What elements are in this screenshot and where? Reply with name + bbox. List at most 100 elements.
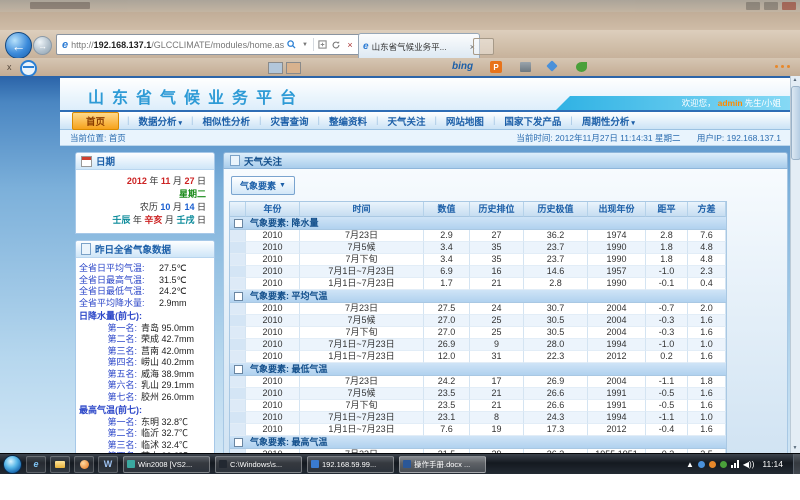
table-cell: 1月1日~7月23日 (300, 351, 424, 363)
url-field[interactable]: e http://192.168.137.1/GLCCLIMATE/module… (56, 34, 360, 55)
compatibility-view-icon[interactable] (315, 37, 329, 52)
clover-icon[interactable] (576, 62, 587, 72)
rank-value: 临沂 32.7℃ (141, 428, 188, 440)
ie-favicon: e (62, 39, 68, 51)
table-cell: 1990 (588, 242, 646, 254)
network-icon[interactable] (731, 460, 739, 468)
nav-item-3[interactable]: 灾害查询 (261, 113, 317, 129)
element-filter-button[interactable]: 气象要素▼ (231, 176, 295, 195)
tray-app-icon[interactable] (709, 461, 716, 468)
toolbar-stamp-icon[interactable] (268, 62, 283, 74)
table-group-row[interactable]: 气象要素: 最高气温 (230, 436, 726, 449)
forward-button[interactable]: → (33, 36, 52, 55)
taskbar-window-button[interactable]: 操作手册.docx ... (399, 456, 486, 473)
group-checkbox[interactable] (234, 365, 243, 374)
table-header-cell (230, 202, 246, 217)
row-lead-cell (230, 266, 246, 278)
session-info: 当前时间: 2012年11月27日 11:14:31 星期二 用户IP: 192… (502, 132, 781, 144)
taskbar-window-button[interactable]: Win2008 [VS2... (123, 456, 210, 473)
group-checkbox[interactable] (234, 438, 243, 447)
row-lead-cell (230, 339, 246, 351)
taskbar-clock[interactable]: 11:14 (762, 459, 783, 469)
url-text: http://192.168.137.1/GLCCLIMATE/modules/… (71, 40, 284, 50)
background-window-title (30, 2, 90, 9)
weather-value: 24.2℃ (159, 286, 187, 298)
nav-item-0[interactable]: 首页 (72, 112, 119, 130)
table-group-expander (230, 436, 246, 449)
close-toolbar-icon[interactable]: x (7, 62, 12, 72)
nav-bar: 首页|数据分析▾|相似性分析|灾害查询|整编资料|天气关注|网站地图|国家下发产… (60, 110, 791, 130)
tray-app-icon[interactable] (720, 461, 727, 468)
rank-label: 第一名: (79, 417, 137, 429)
weather-data-panel: 昨日全省气象数据 全省日平均气温:27.5℃全省日最高气温:31.5℃全省日最低… (75, 240, 215, 453)
weather-table: 年份时间数值历史排位历史极值出现年份距平方差气象要素: 降水量20107月23日… (229, 201, 727, 453)
calendar-weekday: 星期二 (80, 188, 206, 201)
table-cell: 8 (470, 412, 524, 424)
table-cell: 2010 (246, 376, 300, 388)
ie-taskbar-icon[interactable]: e (26, 456, 46, 473)
scroll-down-arrow[interactable]: ▼ (791, 444, 799, 453)
nav-item-5[interactable]: 天气关注 (378, 113, 434, 129)
bing-logo[interactable]: bing (452, 61, 473, 72)
rank-label: 第二名: (79, 428, 137, 440)
table-cell: 2010 (246, 339, 300, 351)
main-panel-body: 气象要素▼ 年份时间数值历史排位历史极值出现年份距平方差气象要素: 降水量201… (223, 169, 788, 453)
table-cell: 2010 (246, 412, 300, 424)
explorer-taskbar-icon[interactable] (50, 456, 70, 473)
nav-item-1[interactable]: 数据分析▾ (129, 113, 191, 129)
toolbar-stamp-icon[interactable] (286, 62, 301, 74)
nav-item-4[interactable]: 整编资料 (320, 113, 376, 129)
back-button[interactable]: ← (5, 32, 32, 59)
table-cell: 1.0 (688, 412, 726, 424)
nav-item-2[interactable]: 相似性分析 (193, 113, 259, 129)
scrollbar-thumb[interactable] (791, 86, 800, 160)
window-button-label: Win2008 [VS2... (138, 460, 192, 469)
window-button-icon (219, 460, 227, 468)
sparkle-icon[interactable] (546, 60, 557, 71)
browser-tab[interactable]: e 山东省气候业务平... × (358, 33, 480, 59)
weather-value: 2.9mm (159, 298, 187, 310)
bing-badge-icon[interactable]: P (490, 61, 502, 73)
table-cell: 0.2 (646, 351, 688, 363)
table-cell: -0.5 (646, 400, 688, 412)
scroll-up-arrow[interactable]: ▲ (791, 76, 799, 85)
group-checkbox[interactable] (234, 219, 243, 228)
camera-icon[interactable] (520, 62, 531, 72)
row-lead-cell (230, 424, 246, 436)
tray-app-icon[interactable] (698, 461, 705, 468)
rank-value: 荣成 42.7mm (141, 334, 194, 346)
addon-circle-icon[interactable] (20, 60, 37, 77)
nav-item-6[interactable]: 网站地图 (437, 113, 493, 129)
table-cell: 24.3 (524, 412, 588, 424)
table-cell: -1.0 (646, 266, 688, 278)
more-options-icon[interactable] (775, 65, 790, 68)
page-scrollbar[interactable]: ▲ ▼ (790, 76, 800, 453)
chevron-down-icon[interactable]: ▼ (298, 37, 312, 52)
table-group-row[interactable]: 气象要素: 平均气温 (230, 290, 726, 303)
taskbar-window-button[interactable]: 192.168.59.99... (307, 456, 394, 473)
table-cell: 2004 (588, 327, 646, 339)
nav-item-8[interactable]: 周期性分析▾ (573, 113, 644, 129)
new-tab-button[interactable] (473, 38, 494, 55)
rank-value: 乳山 29.1mm (141, 380, 194, 392)
show-hidden-icons[interactable]: ▲ (686, 460, 694, 469)
table-cell: 2010 (246, 327, 300, 339)
table-cell: 23.7 (524, 254, 588, 266)
table-cell: 7月1日~7月23日 (300, 266, 424, 278)
volume-icon[interactable]: ◀)) (743, 460, 754, 469)
start-button[interactable] (3, 455, 22, 474)
table-cell: 2010 (246, 303, 300, 315)
show-desktop-button[interactable] (793, 454, 800, 474)
refresh-icon[interactable] (329, 37, 343, 52)
weather-summary-row: 全省平均降水量:2.9mm (79, 298, 211, 310)
table-group-row[interactable]: 气象要素: 最低气温 (230, 363, 726, 376)
table-cell: 2.0 (688, 303, 726, 315)
nav-item-7[interactable]: 国家下发产品 (495, 113, 570, 129)
taskbar-window-button[interactable]: C:\Windows\s... (215, 456, 302, 473)
media-player-taskbar-icon[interactable] (74, 456, 94, 473)
group-checkbox[interactable] (234, 292, 243, 301)
word-taskbar-icon[interactable]: W (98, 456, 118, 473)
search-icon[interactable] (284, 37, 298, 52)
table-group-row[interactable]: 气象要素: 降水量 (230, 217, 726, 230)
stop-icon[interactable]: × (343, 37, 357, 52)
